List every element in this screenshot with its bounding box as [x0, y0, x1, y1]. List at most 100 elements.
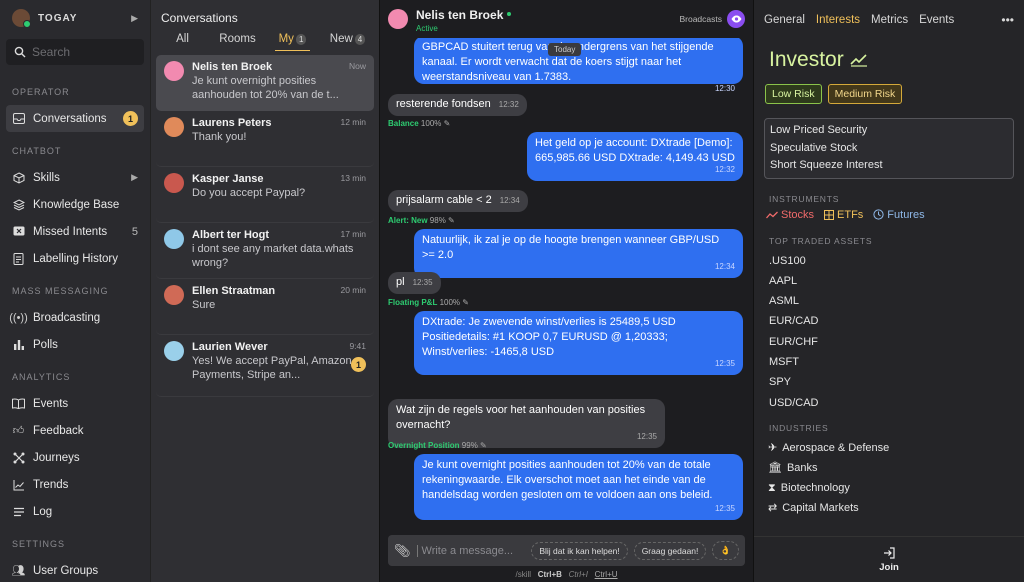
profile-panel: General Interests Metrics Events ••• Inv…	[753, 0, 1024, 582]
exchange-icon: ⇄	[768, 502, 778, 515]
unread-badge: 1	[351, 357, 366, 372]
message-text: DXtrade: Je zwevende winst/verlies is 25…	[422, 316, 676, 358]
last-message: Je kunt overnight posities aanhouden tot…	[192, 75, 339, 101]
broadcast-icon: ((•))	[9, 311, 28, 324]
industry-label: Banks	[786, 462, 818, 475]
asset-item: AAPL	[769, 274, 798, 287]
asset-item: MSFT	[769, 355, 799, 368]
instrument-stocks: Stocks	[766, 209, 814, 221]
hint-skill: /skill	[515, 570, 532, 579]
intent-name: Floating P&L	[388, 298, 438, 307]
sidebar-item-skills[interactable]: Skills ▶	[6, 164, 144, 191]
sidebar-item-missed-intents[interactable]: Missed Intents 5	[6, 218, 144, 245]
industry-item: 🏛︎ Banks	[768, 458, 1014, 478]
message-input[interactable]: Write a message...	[416, 544, 526, 557]
paperclip-icon[interactable]: 📎︎	[394, 543, 411, 559]
message-time: 17 min	[340, 229, 366, 239]
tab-label: My	[278, 33, 294, 45]
intent-name: Balance	[388, 119, 419, 128]
intent-label: Overnight Position 99% ✎	[388, 441, 487, 450]
section-settings: SETTINGS	[12, 539, 66, 549]
message-text: Natuurlijk, ik zal je op de hoogte breng…	[422, 234, 720, 261]
tab-new[interactable]: New 4	[320, 29, 375, 51]
asset-item: USD/CAD	[769, 396, 819, 409]
conversation-item[interactable]: Laurien Wever Yes! We accept PayPal, Amaz…	[156, 335, 374, 397]
hint-bold: Ctrl+B	[537, 570, 562, 579]
contact-avatar	[164, 173, 184, 193]
sidebar-item-label: Events	[33, 397, 69, 410]
sidebar-item-polls[interactable]: Polls	[6, 331, 144, 358]
sidebar-item-broadcasting[interactable]: ((•)) Broadcasting	[6, 304, 144, 331]
sidebar-item-feedback[interactable]: 👍︎ Feedback	[6, 417, 144, 444]
tab-general[interactable]: General	[764, 14, 805, 26]
intent-confidence: 99%	[461, 441, 478, 450]
instruments-list: Stocks ETFs Futures	[766, 209, 1014, 221]
grid-icon	[824, 209, 835, 220]
list-icon	[12, 505, 25, 518]
tab-events[interactable]: Events	[919, 14, 954, 26]
instrument-label: Futures	[887, 208, 925, 221]
login-icon	[884, 546, 895, 559]
conversation-item[interactable]: Nelis ten Broek Je kunt overnight positie…	[156, 55, 374, 111]
tab-label: New	[329, 33, 353, 45]
sidebar-item-label: Missed Intents	[33, 225, 108, 238]
sidebar-item-trends[interactable]: Trends	[6, 471, 144, 498]
sidebar-item-label: Knowledge Base	[33, 198, 120, 211]
conversation-list: Nelis ten Broek Je kunt overnight positie…	[151, 51, 379, 397]
industry-item: ✈ Aerospace & Defense	[768, 438, 1014, 458]
conversation-item[interactable]: Kasper Janse Do you accept Paypal? 13 min	[156, 167, 374, 223]
industry-label: Biotechnology	[780, 482, 850, 495]
message-bubble-incoming: pl 12:35	[388, 272, 441, 294]
conversation-item[interactable]: Ellen Straatman Sure 20 min	[156, 279, 374, 335]
interest-tag: Short Squeeze Interest	[770, 159, 883, 171]
sidebar-item-label: Conversations	[33, 112, 107, 125]
workspace-switcher[interactable]: TOGAY ▶	[6, 0, 144, 36]
sidebar-item-journeys[interactable]: Journeys	[6, 444, 144, 471]
message-bubble-outgoing: Je kunt overnight posities aanhouden tot…	[414, 454, 743, 520]
thumbs-up-icon: 👍︎	[12, 425, 25, 437]
asset-item: SPY	[769, 376, 792, 389]
quick-reply-chip[interactable]: 👌	[712, 541, 739, 560]
app: TOGAY ▶ Search OPERATOR Conversations 1 …	[0, 0, 1024, 582]
chevron-right-icon: ▶	[131, 172, 138, 182]
sidebar-item-conversations[interactable]: Conversations 1	[6, 105, 144, 132]
tab-rooms[interactable]: Rooms	[210, 29, 265, 51]
layers-icon	[12, 198, 25, 211]
contact-name: Nelis ten Broek	[192, 61, 273, 73]
quick-reply-chip[interactable]: Graag gedaan!	[633, 541, 707, 560]
quick-reply-chip[interactable]: Blij dat ik kan helpen!	[531, 541, 628, 560]
sidebar-item-labelling-history[interactable]: Labelling History	[6, 245, 144, 272]
message-bubble-outgoing: DXtrade: Je zwevende winst/verlies is 25…	[414, 311, 743, 375]
missed-count: 5	[131, 225, 138, 238]
tab-my[interactable]: My 1	[265, 29, 320, 51]
message-time: 12:35	[714, 504, 735, 513]
sidebar-item-label: User Groups	[33, 564, 99, 577]
sidebar-item-events[interactable]: Events	[6, 390, 144, 417]
sidebar-item-user-groups[interactable]: 👥︎ User Groups	[6, 557, 144, 582]
contact-avatar	[164, 117, 184, 137]
intent-label: Balance 100% ✎	[388, 119, 451, 128]
trend-line-icon	[12, 478, 25, 491]
sidebar-item-label: Broadcasting	[33, 311, 101, 324]
search-input[interactable]: Search	[6, 39, 144, 65]
book-open-icon	[12, 397, 25, 410]
tab-interests[interactable]: Interests	[816, 14, 860, 26]
users-icon: 👥︎	[11, 565, 26, 577]
airplane-icon: ✈	[768, 441, 778, 454]
tab-all[interactable]: All	[155, 29, 210, 51]
industries-heading: INDUSTRIES	[769, 422, 829, 433]
message-text: Je kunt overnight posities aanhouden tot…	[422, 459, 713, 501]
intent-name: Overnight Position	[388, 441, 460, 450]
tab-count: 4	[354, 34, 366, 45]
history-icon	[12, 252, 25, 265]
conversation-item[interactable]: Laurens Peters Thank you! 12 min	[156, 111, 374, 167]
sidebar-item-log[interactable]: Log	[6, 498, 144, 525]
more-options-icon[interactable]: •••	[1001, 13, 1014, 27]
join-button[interactable]: Join	[754, 536, 1024, 582]
tab-metrics[interactable]: Metrics	[871, 14, 908, 26]
unread-badge: 1	[123, 111, 138, 126]
conversation-item[interactable]: Albert ter Hogt i dont see any market dat…	[156, 223, 374, 279]
profile-tabs: General Interests Metrics Events •••	[764, 0, 1014, 40]
sidebar-item-knowledge-base[interactable]: Knowledge Base	[6, 191, 144, 218]
broadcasts-toggle[interactable]: Broadcasts	[679, 10, 745, 28]
